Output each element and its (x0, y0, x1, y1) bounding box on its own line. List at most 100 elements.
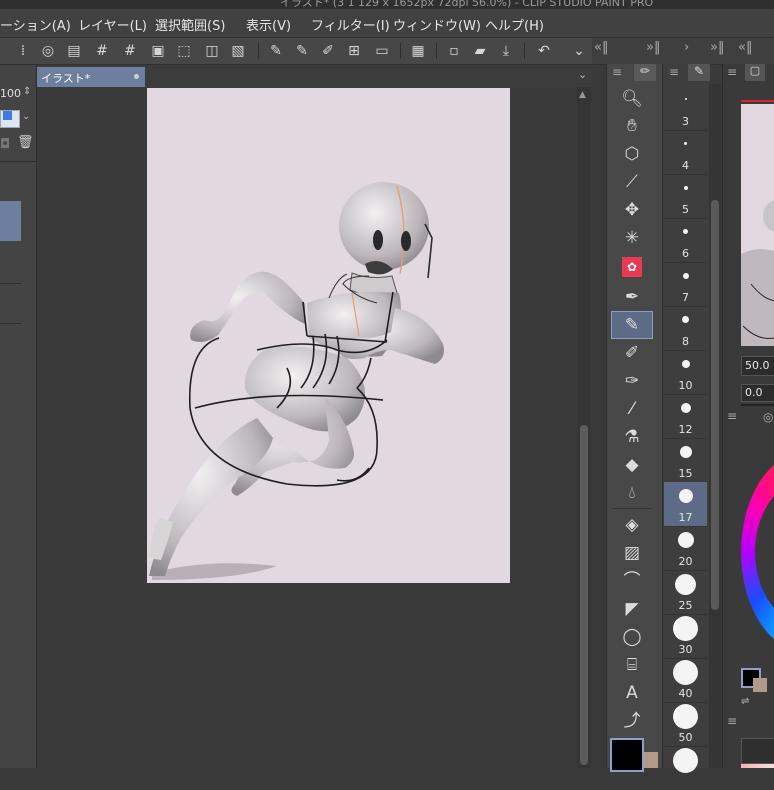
auto-select-tool-icon[interactable]: ✳ (612, 225, 652, 251)
ruler-grid-icon[interactable]: # (120, 41, 140, 61)
lock-icon[interactable]: ◘ (0, 137, 10, 152)
layer-select-icon[interactable]: ▣ (148, 41, 168, 61)
gradient-tool-icon[interactable]: ▨ (612, 540, 652, 566)
color-slider-field[interactable] (741, 738, 774, 764)
transform-icon[interactable]: ▧ (228, 41, 248, 61)
brush-size-6[interactable]: 6 (664, 218, 707, 263)
object-tool-icon[interactable]: ⬡ (612, 141, 652, 167)
menu-selection[interactable]: 選択範囲(S) (155, 15, 225, 34)
blend-tool-icon[interactable]: 💧︎ (612, 480, 652, 506)
airbrush-tool-icon[interactable]: ✑ (612, 368, 652, 394)
chevron-right-icon[interactable]: › (684, 40, 689, 55)
brush-size-30[interactable]: 30 (664, 614, 707, 659)
blend-dots-tool-icon[interactable]: ⚗ (612, 424, 652, 450)
selection-icon[interactable]: ⬚ (174, 41, 194, 61)
brush-size-tab-icon[interactable]: ✎ (688, 64, 710, 81)
brush-size-25[interactable]: 25 (664, 570, 707, 615)
color-wheel[interactable] (741, 452, 774, 652)
brush-tool-icon[interactable]: ✐ (612, 340, 652, 366)
undo-icon[interactable]: ↶ (534, 41, 554, 61)
eraser-tool-icon[interactable]: ◆ (612, 452, 652, 478)
brush-size-17[interactable]: 17 (664, 482, 707, 527)
menu-animation[interactable]: ーション(A) (0, 15, 71, 34)
brush-size-10[interactable]: 10 (664, 350, 707, 395)
brush-size-next[interactable] (664, 746, 707, 790)
export-icon[interactable]: ⤓ (496, 41, 516, 61)
scroll-up-icon[interactable]: ▲ (579, 90, 586, 100)
spinner-icon[interactable]: ⇕ (23, 86, 31, 97)
print-icon[interactable]: ▤ (64, 41, 84, 61)
brush-size-8[interactable]: 8 (664, 306, 707, 351)
brush-size-15[interactable]: 15 (664, 438, 707, 483)
brush-size-40[interactable]: 40 (664, 658, 707, 703)
opacity-value[interactable]: 100 (0, 87, 21, 100)
menu-view[interactable]: 表示(V) (246, 15, 291, 34)
menu-icon[interactable]: ≡ (669, 65, 679, 79)
brush-size-5[interactable]: 5 (664, 174, 707, 219)
pencil-tool-icon[interactable]: ✎ (611, 311, 653, 339)
sub-color-swatch[interactable] (753, 678, 767, 692)
frame-tool-icon[interactable]: ⌸ (612, 652, 652, 678)
expand-right-icon[interactable]: »‖ (646, 40, 660, 55)
menu-layer[interactable]: レイヤー(L) (78, 15, 147, 34)
document-tab[interactable]: イラスト* (37, 67, 145, 87)
expand-right-icon[interactable]: »‖ (710, 40, 724, 55)
layer-item-selected[interactable] (0, 201, 21, 241)
canvas-paper[interactable] (147, 88, 510, 583)
decoration-tool-icon[interactable]: ⁄ (612, 396, 652, 422)
open-folder-icon[interactable]: ▰ (470, 41, 490, 61)
navigator-preview[interactable] (741, 104, 774, 346)
window-icon[interactable]: ▭ (372, 41, 392, 61)
brush-size-12[interactable]: 12 (664, 394, 707, 439)
color-wheel-tab-icon[interactable]: ◎ (763, 410, 773, 424)
grip-icon[interactable]: ⁞ (18, 41, 28, 61)
rotate-field[interactable]: 0.0 (741, 384, 774, 402)
line-icon[interactable]: ✎ (292, 41, 312, 61)
move-tool-icon[interactable]: ✥ (612, 197, 652, 223)
sticker-tool-icon[interactable]: ✿ (612, 253, 652, 279)
curve-tool-icon[interactable]: ⌒ (612, 568, 652, 594)
navigator-tab-icon[interactable]: ▢ (745, 64, 765, 81)
menu-icon[interactable]: ≡ (727, 714, 737, 728)
hand-tool-icon[interactable]: ✋︎ (612, 113, 652, 139)
checker-icon[interactable]: ▦ (408, 41, 428, 61)
menu-help[interactable]: ヘルプ(H) (485, 15, 544, 34)
fill-tool-icon[interactable]: ◈ (612, 512, 652, 538)
brush-size-50[interactable]: 50 (664, 702, 707, 747)
zoom-tool-icon[interactable]: 🔍︎ (612, 86, 652, 112)
menu-filter[interactable]: フィルター(I) (311, 15, 390, 34)
symmetry-icon[interactable]: ⊞ (344, 41, 364, 61)
grid-icon[interactable]: # (92, 41, 112, 61)
brush-size-4[interactable]: 4 (664, 130, 707, 175)
tool-tab-pen-icon[interactable]: ✏ (634, 64, 656, 81)
brush-size-3[interactable]: 3 (664, 86, 707, 131)
brush-size-7[interactable]: 7 (664, 262, 707, 307)
sub-color-swatch[interactable] (644, 752, 658, 768)
collapse-left-icon[interactable]: «‖ (594, 40, 608, 55)
trash-icon[interactable]: 🗑 (17, 135, 34, 150)
menu-icon[interactable]: ≡ (727, 409, 737, 423)
scrollbar-thumb[interactable] (580, 425, 588, 765)
menu-window[interactable]: ウィンドウ(W) (393, 15, 481, 34)
menu-icon[interactable]: ≡ (727, 65, 737, 79)
pen-edit-icon[interactable]: ✐ (318, 41, 338, 61)
lasso-tool-icon[interactable]: ◯ (612, 624, 652, 650)
transparent-color-icon[interactable]: ⇌ (741, 696, 749, 707)
text-tool-icon[interactable]: A (612, 680, 652, 706)
collapse-left-icon[interactable]: «‖ (738, 40, 752, 55)
crop-icon[interactable]: ◫ (202, 41, 222, 61)
zoom-field[interactable]: 50.0 (741, 356, 774, 376)
pen-ruler-icon[interactable]: ✎ (266, 41, 286, 61)
chevron-down-icon[interactable]: ⌄ (578, 68, 587, 81)
spiral-icon[interactable]: ◎ (38, 41, 58, 61)
menu-icon[interactable]: ≡ (612, 65, 622, 79)
brush-size-20[interactable]: 20 (664, 526, 707, 571)
main-color-swatch[interactable] (610, 738, 644, 772)
eyedropper-tool-icon[interactable]: ⟋ (612, 169, 652, 195)
pen-tool-icon[interactable]: ✒ (612, 284, 652, 310)
chevron-down-icon[interactable]: ⌄ (572, 41, 586, 61)
correct-line-tool-icon[interactable]: ⤴ (612, 708, 652, 734)
figure-tool-icon[interactable]: ◤ (612, 596, 652, 622)
chevron-down-icon[interactable]: ⌄ (22, 111, 30, 122)
scrollbar-thumb[interactable] (711, 200, 719, 610)
